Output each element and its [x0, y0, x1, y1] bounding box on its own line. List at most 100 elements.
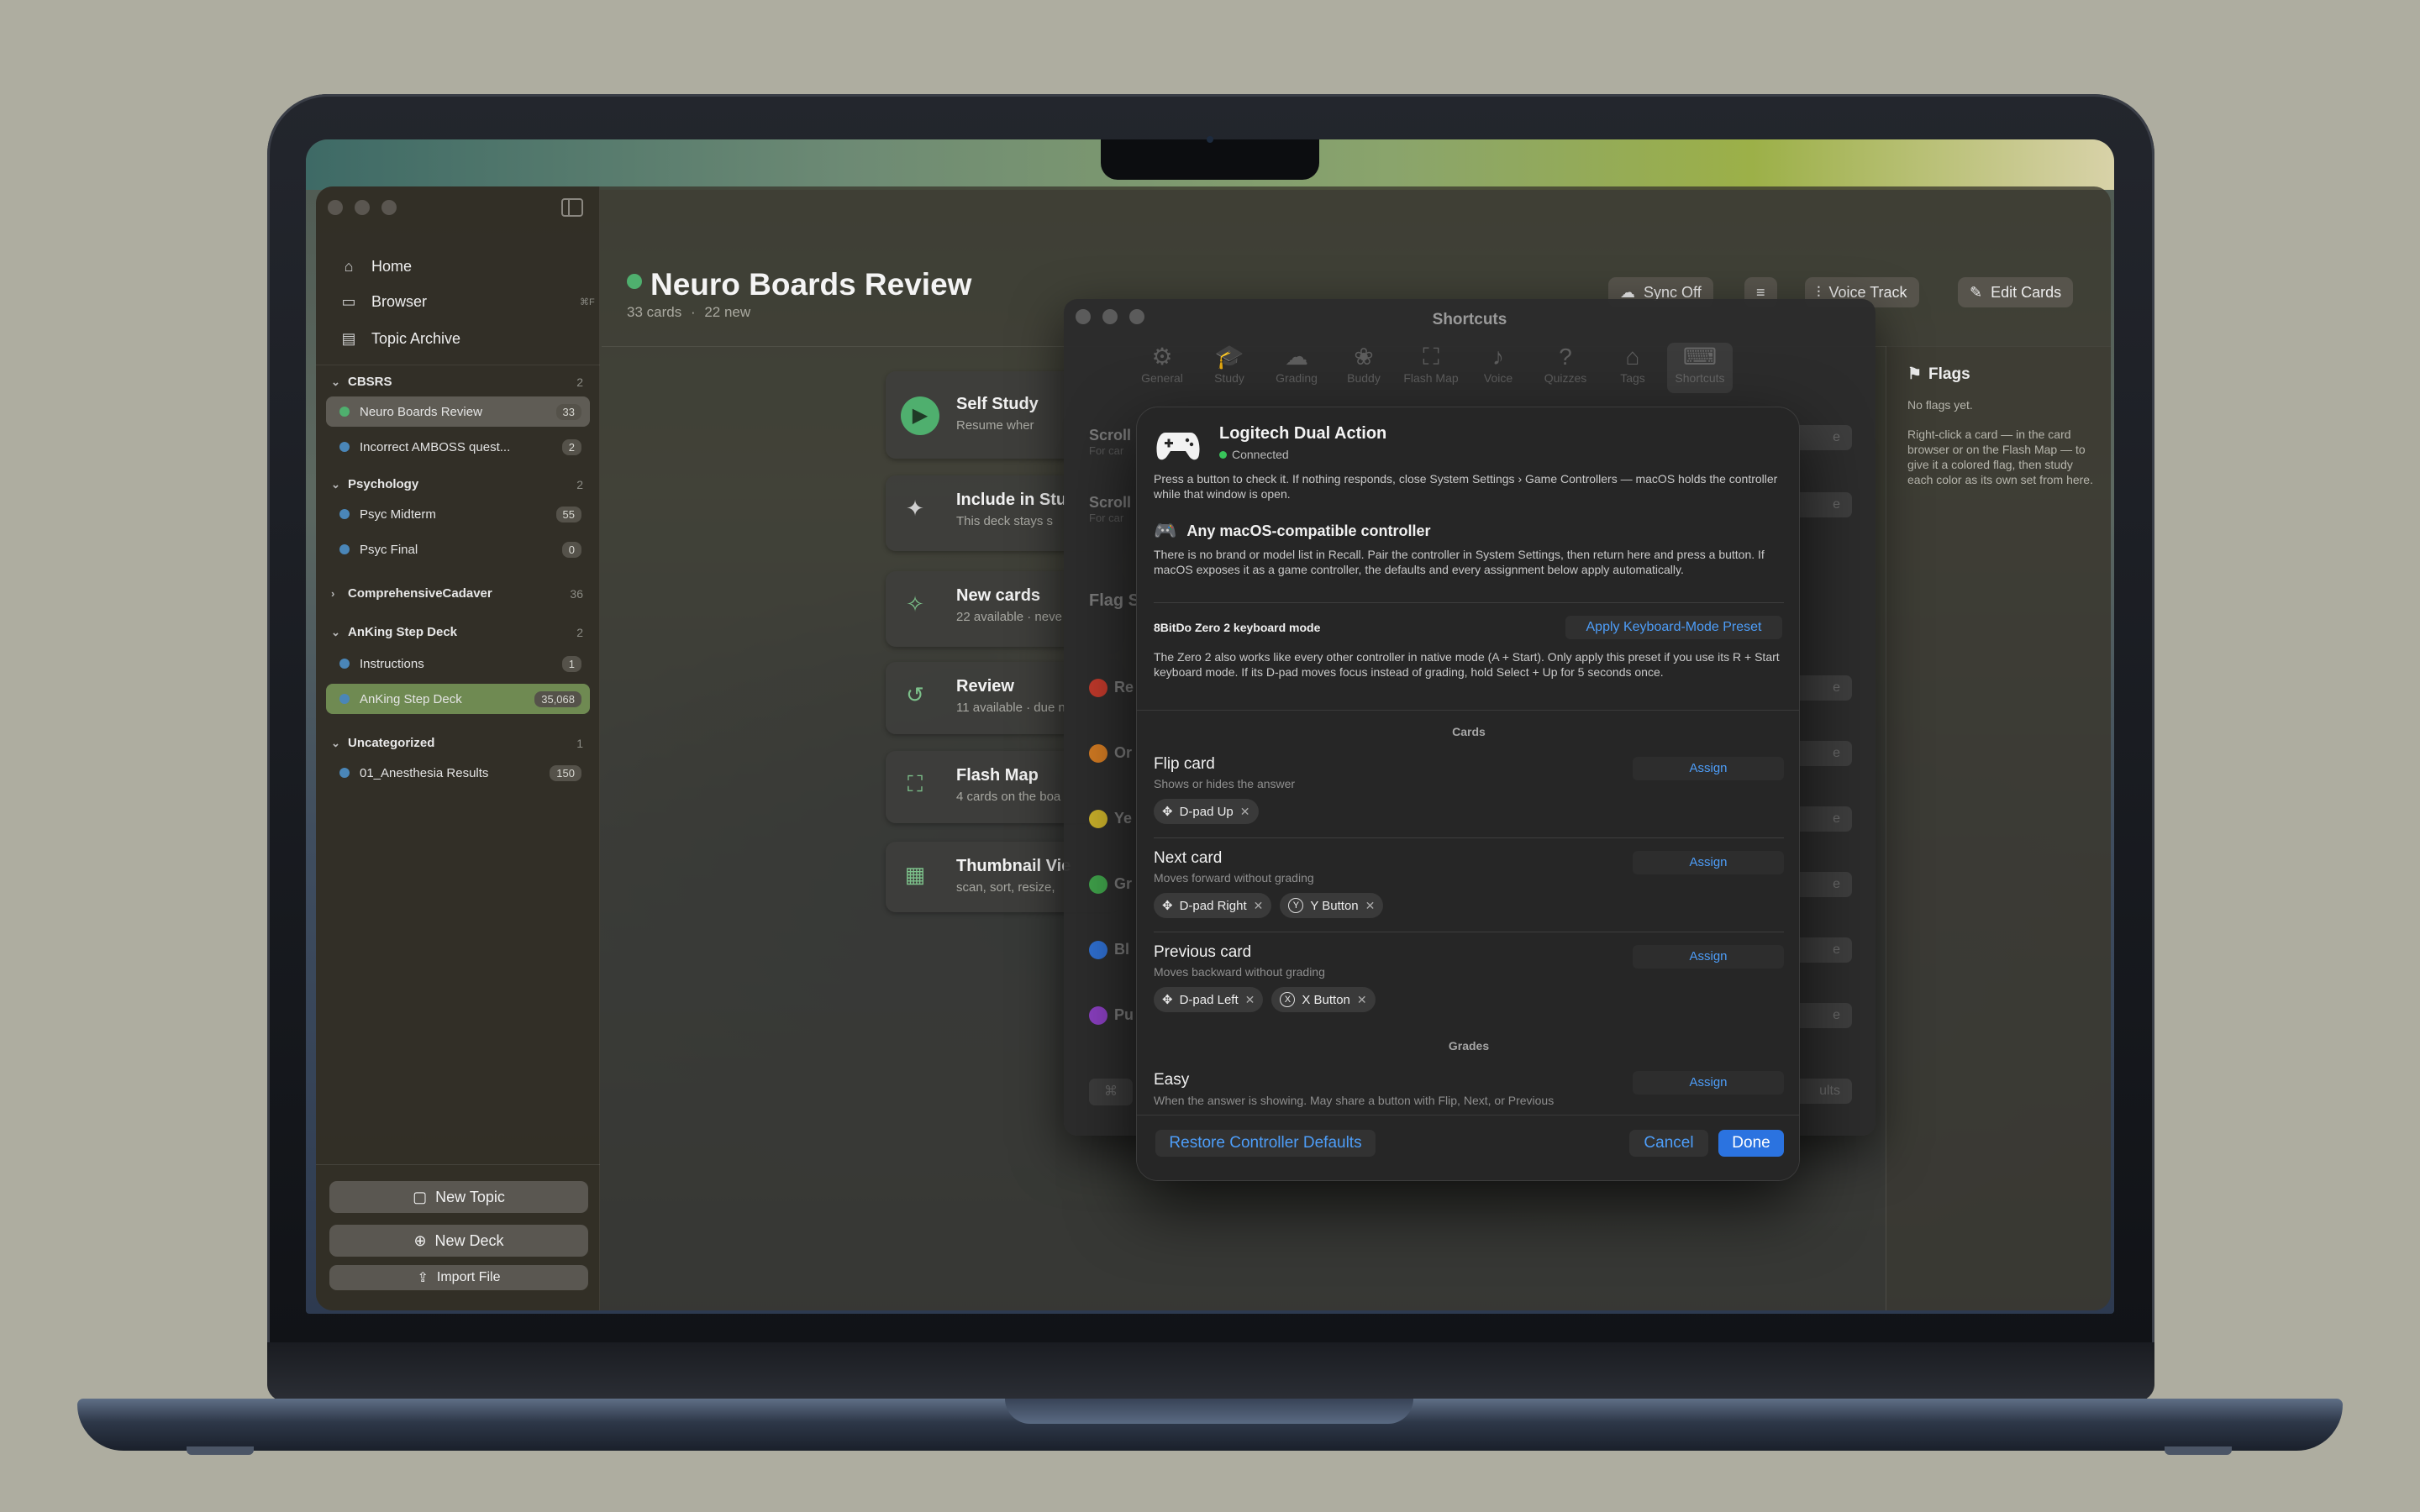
card-subtitle: 4 cards on the boa — [956, 790, 1061, 804]
flags-help-text: Right-click a card — in the card browser… — [1907, 428, 2093, 486]
chip-label: X Button — [1302, 992, 1350, 1007]
separator: · — [690, 304, 696, 320]
paw-icon: ❀ — [1354, 344, 1374, 370]
done-button[interactable]: Done — [1718, 1130, 1784, 1157]
deck-count: 55 — [555, 506, 581, 522]
assign-easy-button[interactable]: Assign — [1633, 1071, 1784, 1095]
restore-controller-defaults-button[interactable]: Restore Controller Defaults — [1155, 1130, 1376, 1157]
minimize-window-button[interactable] — [355, 200, 370, 215]
section-psychology[interactable]: ⌄ Psychology 2 — [331, 477, 583, 491]
tab-label: Shortcuts — [1675, 371, 1725, 385]
tab-label: Quizzes — [1544, 371, 1587, 385]
sidebar-toggle-icon[interactable] — [561, 198, 583, 217]
tab-quizzes[interactable]: ? Quizzes — [1533, 343, 1598, 393]
new-topic-button[interactable]: ▢ New Topic — [329, 1181, 588, 1213]
section-count: 2 — [576, 477, 583, 491]
binding-chip[interactable]: Y Y Button ✕ — [1280, 893, 1384, 918]
action-subtitle: Shows or hides the answer — [1154, 777, 1296, 790]
tab-label: Study — [1214, 371, 1244, 385]
tab-tags[interactable]: ⌂ Tags — [1600, 343, 1665, 393]
chip-label: D-pad Up — [1179, 804, 1234, 819]
card-title: Include in Stu — [956, 491, 1067, 509]
binding-chip[interactable]: ✥ D-pad Up ✕ — [1154, 799, 1259, 824]
status-label: Connected — [1232, 448, 1289, 461]
remove-icon[interactable]: ✕ — [1254, 899, 1264, 913]
deck-psyc-final[interactable]: Psyc Final 0 — [326, 534, 590, 564]
deck-instructions[interactable]: Instructions 1 — [326, 648, 590, 679]
binding-chip[interactable]: ✥ D-pad Right ✕ — [1154, 893, 1272, 918]
tab-general[interactable]: ⚙ General — [1129, 343, 1195, 393]
flag-green-dot — [1089, 875, 1107, 894]
plus-circle-icon: ⊕ — [413, 1231, 427, 1249]
import-file-button[interactable]: ⇪ Import File — [329, 1265, 588, 1290]
deck-dot — [339, 768, 350, 778]
cancel-button[interactable]: Cancel — [1629, 1130, 1708, 1157]
zoom-window-button[interactable] — [381, 200, 397, 215]
flag-blue-dot — [1089, 941, 1107, 959]
action-title: Flip card — [1154, 755, 1215, 773]
section-cbsrs[interactable]: ⌄ CBSRS 2 — [331, 375, 583, 389]
remove-icon[interactable]: ✕ — [1357, 993, 1367, 1007]
section-uncategorized[interactable]: ⌄ Uncategorized 1 — [331, 736, 583, 750]
flag-red-dot — [1089, 679, 1107, 697]
binding-chip[interactable]: X X Button ✕ — [1271, 987, 1376, 1012]
tab-voice[interactable]: ♪ Voice — [1465, 343, 1531, 393]
gear-icon: ⚙ — [1151, 344, 1173, 370]
sidebar-item-home[interactable]: ⌂ Home — [338, 250, 412, 282]
deck-dot — [339, 659, 350, 669]
deck-name: Instructions — [360, 656, 424, 671]
assign-next-button[interactable]: Assign — [1633, 851, 1784, 874]
deck-neuro-boards-review[interactable]: Neuro Boards Review 33 — [326, 396, 590, 427]
gamepad-icon[interactable]: ⌘ — [1089, 1079, 1133, 1105]
edit-cards-button[interactable]: ✎ Edit Cards — [1958, 277, 2074, 307]
deck-psyc-midterm[interactable]: Psyc Midterm 55 — [326, 499, 590, 529]
archive-icon: ▤ — [341, 329, 356, 347]
deck-count: 0 — [561, 541, 581, 558]
close-window-button[interactable] — [328, 200, 343, 215]
assign-previous-button[interactable]: Assign — [1633, 945, 1784, 969]
card-title: New cards — [956, 586, 1041, 605]
tab-study[interactable]: 🎓 Study — [1197, 343, 1262, 393]
assign-flip-button[interactable]: Assign — [1633, 757, 1784, 780]
tab-buddy[interactable]: ❀ Buddy — [1331, 343, 1397, 393]
remove-icon[interactable]: ✕ — [1240, 805, 1250, 819]
tab-flash-map[interactable]: ⛶ Flash Map — [1398, 343, 1464, 393]
tab-label: Flash Map — [1403, 371, 1459, 385]
binding-chip[interactable]: ✥ D-pad Left ✕ — [1154, 987, 1264, 1012]
deck-anking-step-deck[interactable]: AnKing Step Deck 35,068 — [326, 684, 590, 714]
remove-icon[interactable]: ✕ — [1245, 993, 1255, 1007]
card-subtitle: 22 available · neve — [956, 610, 1062, 624]
new-count: 22 new — [704, 304, 751, 320]
play-icon: ▶ — [901, 396, 939, 435]
new-deck-button[interactable]: ⊕ New Deck — [329, 1225, 588, 1257]
card-subtitle: Resume wher — [956, 418, 1034, 433]
tab-grading[interactable]: ☁ Grading — [1264, 343, 1329, 393]
tab-shortcuts[interactable]: ⌨ Shortcuts — [1667, 343, 1733, 393]
settings-row: Scroll For car — [1089, 494, 1131, 524]
sidebar-item-label: Browser — [371, 292, 428, 310]
chevron-down-icon: ⌄ — [331, 477, 340, 491]
chevron-down-icon: ⌄ — [331, 625, 340, 638]
binding-chips: ✥ D-pad Left ✕ X X Button ✕ — [1154, 987, 1376, 1012]
card-title: Flash Map — [956, 766, 1039, 785]
y-button-icon: Y — [1288, 898, 1304, 913]
heading-label: Any macOS-compatible controller — [1186, 522, 1431, 539]
deck-anesthesia-results[interactable]: 01_Anesthesia Results 150 — [326, 758, 590, 788]
zero2-title: 8BitDo Zero 2 keyboard mode — [1154, 621, 1321, 634]
deck-incorrect-amboss[interactable]: Incorrect AMBOSS quest... 2 — [326, 432, 590, 462]
apply-keyboard-preset-button[interactable]: Apply Keyboard-Mode Preset — [1565, 616, 1782, 639]
sidebar-item-topic-archive[interactable]: ▤ Topic Archive — [338, 323, 460, 354]
deck-stats: 33 cards · 22 new — [627, 304, 750, 321]
row-title: Scroll — [1089, 494, 1132, 511]
deck-name: AnKing Step Deck — [360, 691, 462, 706]
action-subtitle: When the answer is showing. May share a … — [1154, 1094, 1555, 1107]
controller-sheet: Logitech Dual Action Connected Press a b… — [1136, 407, 1800, 1181]
zero2-text: The Zero 2 also works like every other c… — [1154, 650, 1780, 679]
card-title: Review — [956, 677, 1014, 696]
section-anking-step-deck[interactable]: ⌄ AnKing Step Deck 2 — [331, 625, 583, 639]
sidebar-item-browser[interactable]: ▭ Browser ⌘F — [338, 286, 598, 318]
tab-label: Buddy — [1347, 371, 1381, 385]
section-comprehensive-cadaver[interactable]: › ComprehensiveCadaver 36 — [331, 586, 583, 601]
chevron-down-icon: ⌄ — [331, 736, 340, 749]
remove-icon[interactable]: ✕ — [1365, 899, 1376, 913]
